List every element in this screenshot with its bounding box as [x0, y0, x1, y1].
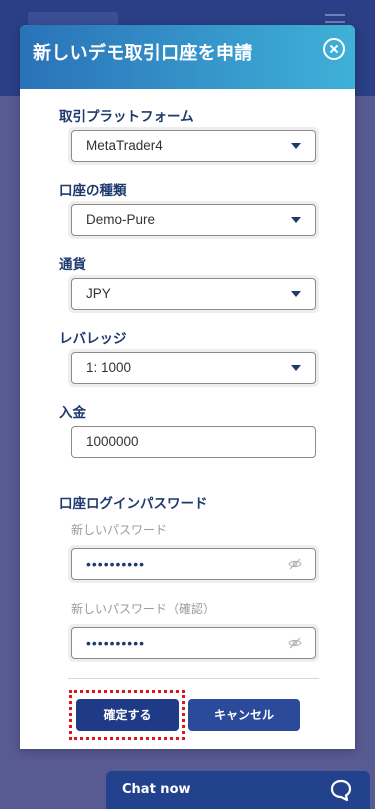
platform-label: 取引プラットフォーム — [59, 109, 194, 125]
deposit-label: 入金 — [59, 405, 86, 421]
confirm-password-label: 新しいパスワード（確認） — [71, 602, 216, 616]
eye-off-icon[interactable] — [288, 637, 302, 649]
confirm-password-input[interactable]: •••••••••• — [71, 627, 316, 659]
cancel-button[interactable]: キャンセル — [188, 699, 300, 731]
account-type-select[interactable]: Demo-Pure — [71, 204, 316, 236]
platform-select[interactable]: MetaTrader4 — [71, 130, 316, 162]
platform-value: MetaTrader4 — [86, 138, 163, 153]
modal-header: 新しいデモ取引口座を申請 — [20, 25, 355, 89]
deposit-value: 1000000 — [86, 434, 139, 449]
chevron-down-icon — [291, 143, 301, 149]
new-password-label: 新しいパスワード — [71, 523, 168, 537]
leverage-select[interactable]: 1: 1000 — [71, 352, 316, 384]
account-type-value: Demo-Pure — [86, 212, 156, 227]
chevron-down-icon — [291, 291, 301, 297]
chevron-down-icon — [291, 365, 301, 371]
chat-bubble-icon — [330, 779, 352, 801]
deposit-input[interactable]: 1000000 — [71, 426, 316, 458]
confirm-password-value: •••••••••• — [86, 635, 146, 651]
new-password-value: •••••••••• — [86, 556, 146, 572]
currency-label: 通貨 — [59, 257, 86, 273]
chat-widget[interactable]: Chat now — [106, 771, 370, 809]
demo-account-modal: 新しいデモ取引口座を申請 取引プラットフォーム MetaTrader4 口座の種… — [20, 25, 355, 749]
confirm-button[interactable]: 確定する — [76, 699, 179, 731]
chat-label: Chat now — [122, 782, 191, 797]
currency-select[interactable]: JPY — [71, 278, 316, 310]
account-type-label: 口座の種類 — [59, 183, 127, 199]
close-icon[interactable] — [323, 38, 345, 60]
chevron-down-icon — [291, 217, 301, 223]
eye-off-icon[interactable] — [288, 558, 302, 570]
divider — [68, 678, 319, 679]
leverage-value: 1: 1000 — [86, 360, 132, 375]
new-password-input[interactable]: •••••••••• — [71, 548, 316, 580]
leverage-label: レバレッジ — [59, 331, 127, 347]
currency-value: JPY — [86, 286, 111, 301]
modal-title: 新しいデモ取引口座を申請 — [33, 43, 253, 64]
password-section-label: 口座ログインパスワード — [59, 496, 208, 512]
